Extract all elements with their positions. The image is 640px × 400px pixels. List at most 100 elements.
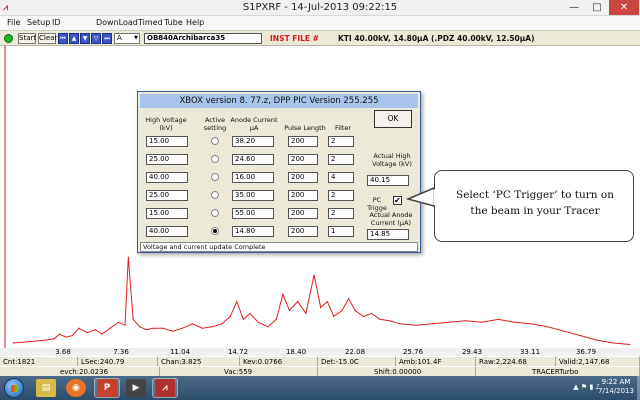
menu-id[interactable]: ID <box>52 18 61 27</box>
down-icon[interactable]: ▼ <box>80 33 90 44</box>
spectrum-point <box>399 323 401 325</box>
x-tick-label: 36.79 <box>575 348 597 356</box>
spectrum-point <box>297 301 299 303</box>
active-radio-4[interactable] <box>211 191 219 199</box>
spectrum-point <box>65 336 67 338</box>
taskbar: ▤ ◉ P ▶ ⩘ ▲ ⚑ ▮ ♪ 9:22 AM 7/14/2013 <box>0 376 640 400</box>
hv-field-6[interactable]: 40.00 <box>146 226 188 237</box>
spectrum-point <box>236 301 238 303</box>
active-radio-6[interactable] <box>211 227 219 235</box>
spectrum-point <box>249 312 251 314</box>
anode-field-4[interactable]: 35.00 <box>232 190 274 201</box>
x-tick-label: 3.68 <box>55 348 71 356</box>
spectrum-point <box>431 323 434 325</box>
anode-field-5[interactable]: 55.00 <box>232 208 274 219</box>
hv-field-2[interactable]: 25.00 <box>146 154 188 165</box>
menu-download[interactable]: DownLoad <box>96 18 138 27</box>
filter-field-5[interactable]: 2 <box>328 208 354 219</box>
down-alt-icon[interactable]: ▽ <box>91 33 101 44</box>
media-player-icon[interactable]: ▶ <box>126 379 146 397</box>
active-radio-5[interactable] <box>211 209 219 217</box>
filter-field-1[interactable]: 2 <box>328 136 354 147</box>
active-radio-1[interactable] <box>211 137 219 145</box>
filter-field-6[interactable]: 1 <box>328 226 354 237</box>
start-button[interactable]: Start <box>18 33 36 44</box>
pc-trigger-checkbox[interactable]: ✔ <box>393 196 402 205</box>
title-bar: ⩘ S1PXRF - 14-Jul-2013 09:22:15 — □ ✕ <box>0 0 640 16</box>
clear-button[interactable]: Clear <box>38 33 57 44</box>
hv-field-4[interactable]: 25.00 <box>146 190 188 201</box>
pulse-field-5[interactable]: 200 <box>288 208 318 219</box>
pulse-field-3[interactable]: 200 <box>288 172 318 183</box>
filter-field-4[interactable]: 2 <box>328 190 354 201</box>
status-raw: Raw:2,224.68 <box>476 356 556 366</box>
actual-anode-field: 14.85 <box>367 229 409 240</box>
maximize-button[interactable]: □ <box>586 0 608 15</box>
header-filter: Filter <box>334 124 352 132</box>
hv-field-3[interactable]: 40.00 <box>146 172 188 183</box>
spectrum-point <box>333 315 335 317</box>
status-vac: Vac:559 <box>160 366 318 376</box>
spectrum-point <box>139 326 141 328</box>
pulse-field-2[interactable]: 200 <box>288 154 318 165</box>
firefox-icon[interactable]: ◉ <box>66 379 86 397</box>
powerpoint-icon: P <box>97 379 117 397</box>
menu-help[interactable]: Help <box>186 18 204 27</box>
check-icon: ✔ <box>394 196 401 205</box>
spectrum-point <box>127 256 129 258</box>
hv-field-1[interactable]: 15.00 <box>146 136 188 147</box>
minimize-button[interactable]: — <box>563 0 585 15</box>
menu-tube[interactable]: Tube <box>164 18 183 27</box>
spectrum-point <box>448 321 450 323</box>
xbox-dialog: XBOX version 8. 77.z, DPP PIC Version 25… <box>137 91 421 253</box>
last-icon[interactable]: ⏭ <box>102 33 112 44</box>
app-window: ⩘ S1PXRF - 14-Jul-2013 09:22:15 — □ ✕ Fi… <box>0 0 640 400</box>
tray-up-arrow-icon[interactable]: ▲ <box>573 383 578 391</box>
menu-setup[interactable]: Setup <box>27 18 50 27</box>
spectrum-point <box>530 323 532 325</box>
pulse-field-4[interactable]: 200 <box>288 190 318 201</box>
filter-field-3[interactable]: 4 <box>328 172 354 183</box>
tray-network-icon[interactable]: ▮ <box>589 383 593 391</box>
spectrum-point <box>101 333 103 335</box>
anode-field-2[interactable]: 24.60 <box>232 154 274 165</box>
menu-timed[interactable]: Timed <box>138 18 163 27</box>
spectrum-point <box>211 326 213 328</box>
filter-field-2[interactable]: 2 <box>328 154 354 165</box>
powerpoint-task-button[interactable]: P <box>94 378 120 398</box>
hv-field-5[interactable]: 15.00 <box>146 208 188 219</box>
close-button[interactable]: ✕ <box>609 0 639 15</box>
anode-field-3[interactable]: 16.00 <box>232 172 274 183</box>
active-radio-3[interactable] <box>211 173 219 181</box>
callout-line-2: the beam in your Tracer <box>470 205 600 217</box>
anode-field-1[interactable]: 38.20 <box>232 136 274 147</box>
up-icon[interactable]: ▲ <box>69 33 79 44</box>
spectrum-point <box>132 318 134 320</box>
status-model: TRACERTurbo <box>476 366 640 376</box>
spectrum-point <box>282 293 284 295</box>
tray-flag-icon[interactable]: ⚑ <box>581 383 587 391</box>
explorer-icon[interactable]: ▤ <box>36 379 56 397</box>
ok-button[interactable]: OK <box>374 110 412 128</box>
menu-bar: File Setup ID DownLoad Timed Tube Help <box>0 16 640 30</box>
taskbar-clock[interactable]: 9:22 AM 7/14/2013 <box>596 378 636 396</box>
spectrum-point <box>71 335 73 337</box>
spectrum-point <box>464 320 466 322</box>
status-bar-top: Cnt:1821 LSec:240.79 Chan:3.825 Kev:0.07… <box>0 356 640 366</box>
spectrum-point <box>45 339 47 341</box>
s1pxrf-task-button[interactable]: ⩘ <box>152 378 178 398</box>
x-tick-label: 11.04 <box>169 348 191 356</box>
spectrum-point <box>124 324 126 326</box>
spectrum-point <box>162 327 164 329</box>
active-radio-2[interactable] <box>211 155 219 163</box>
windows-start-icon[interactable] <box>4 378 24 398</box>
channel-select[interactable]: A ▼ <box>114 33 140 44</box>
first-icon[interactable]: ⏮ <box>58 33 68 44</box>
pulse-field-1[interactable]: 200 <box>288 136 318 147</box>
anode-field-6[interactable]: 14.80 <box>232 226 274 237</box>
pulse-field-6[interactable]: 200 <box>288 226 318 237</box>
spectrum-point <box>145 329 147 331</box>
spectrum-point <box>371 312 373 314</box>
sample-name-input[interactable]: OB840Archibarca35 <box>144 33 262 44</box>
menu-file[interactable]: File <box>7 18 20 27</box>
